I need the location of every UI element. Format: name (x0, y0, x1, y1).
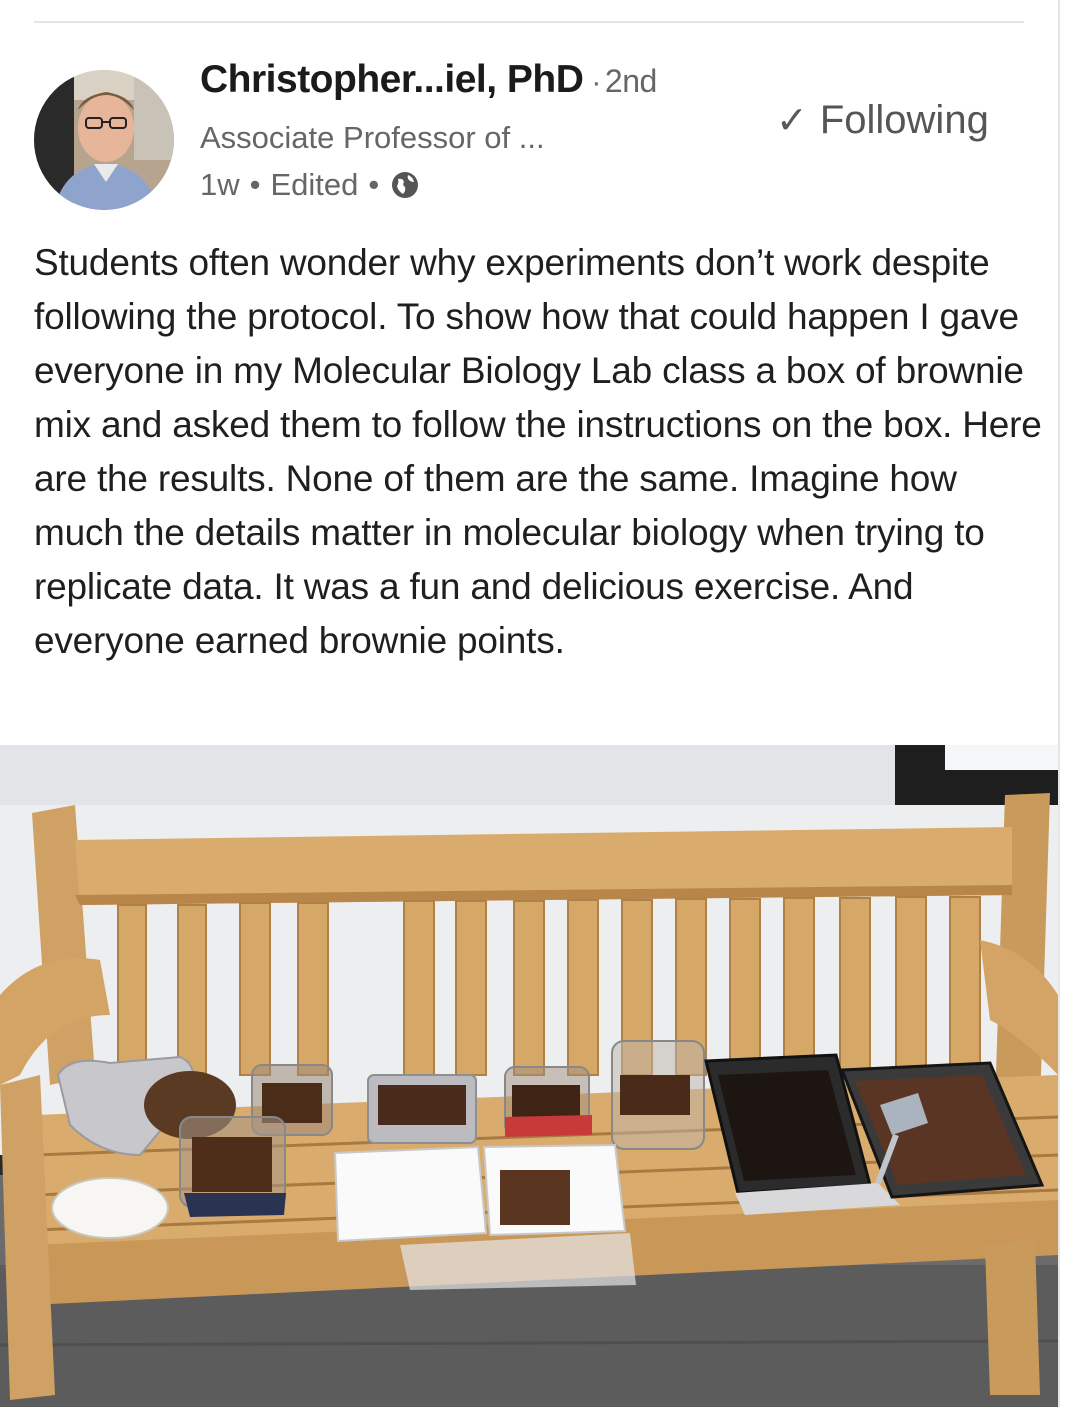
globe-icon (389, 169, 421, 201)
author-avatar[interactable] (34, 70, 174, 210)
following-label: Following (819, 98, 989, 142)
post-image[interactable] (0, 745, 1059, 1407)
post-body: Students often wonder why experiments do… (34, 242, 1042, 661)
connection-separator: · (591, 66, 601, 99)
meta-separator: • (249, 167, 261, 202)
following-button[interactable]: ✓ Following (776, 98, 989, 143)
divider (34, 21, 1024, 23)
post-card: Christopher...iel, PhD · 2nd Associate Pro… (0, 0, 1060, 1407)
meta-separator: • (368, 167, 380, 202)
post-meta: 1w • Edited • (200, 167, 421, 203)
author-name[interactable]: Christopher...iel, PhD · 2nd (200, 58, 657, 102)
author-name-text[interactable]: Christopher...iel, PhD (200, 58, 584, 101)
post-time: 1w (200, 167, 240, 202)
author-headline: Associate Professor of ... (200, 120, 545, 155)
check-icon: ✓ (776, 100, 808, 142)
edited-label: Edited (270, 167, 359, 202)
connection-degree: 2nd (604, 63, 657, 99)
